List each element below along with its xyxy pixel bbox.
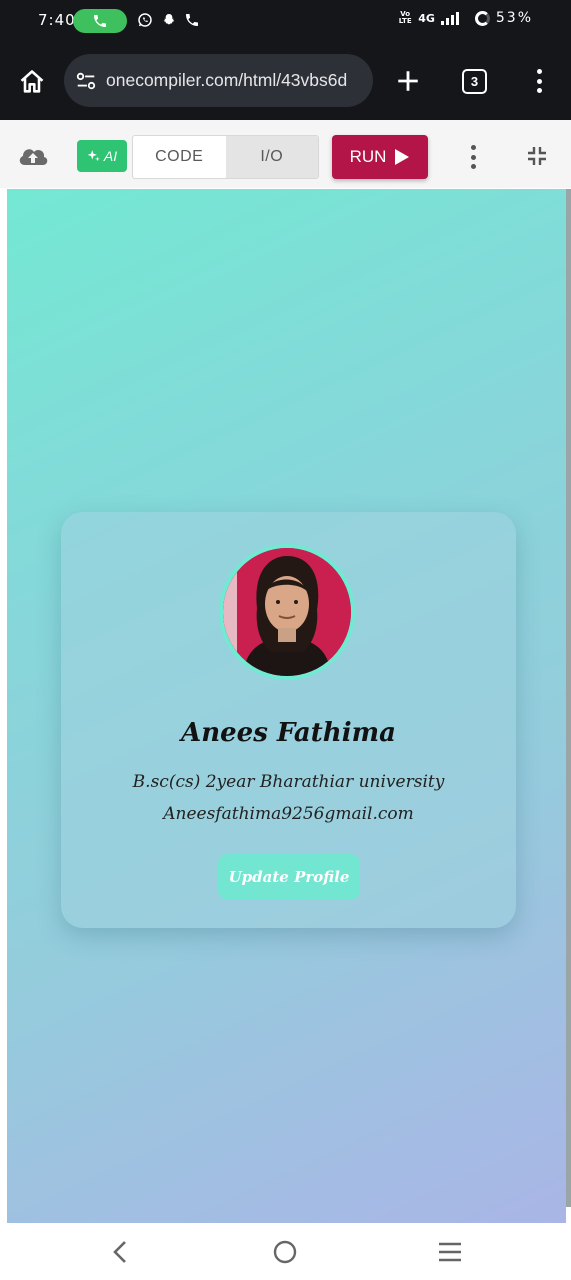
new-tab-icon[interactable] — [391, 64, 425, 98]
tab-io[interactable]: I/O — [225, 136, 318, 178]
status-time: 7:40 — [38, 11, 76, 29]
tab-count: 3 — [470, 74, 479, 89]
play-icon — [395, 149, 410, 165]
ai-button[interactable]: AI — [77, 140, 127, 172]
recents-icon[interactable] — [435, 1239, 465, 1265]
site-settings-icon[interactable] — [75, 70, 97, 92]
home-circle-icon[interactable] — [270, 1239, 300, 1265]
editor-toolbar: AI CODE I/O RUN — [0, 120, 571, 188]
signal-icon — [440, 11, 459, 25]
profile-card: Anees Fathima B.sc(cs) 2year Bharathiar … — [61, 512, 516, 928]
update-profile-button[interactable]: Update Profile — [218, 854, 360, 900]
view-toggle: CODE I/O — [132, 135, 319, 179]
profile-avatar — [219, 544, 355, 680]
run-label: RUN — [349, 147, 387, 166]
navigation-bar — [0, 1223, 571, 1280]
network-type: 4G — [418, 11, 435, 25]
collapse-icon[interactable] — [525, 144, 549, 168]
profile-name: Anees Fathima — [181, 718, 396, 748]
output-preview: Anees Fathima B.sc(cs) 2year Bharathiar … — [7, 189, 566, 1223]
battery-level: 53% — [495, 10, 533, 26]
back-icon[interactable] — [105, 1239, 135, 1265]
home-icon[interactable] — [14, 64, 50, 100]
profile-email: Aneesfathima9256gmail.com — [163, 804, 414, 824]
whatsapp-icon — [136, 11, 154, 29]
more-options-icon[interactable] — [527, 66, 551, 96]
volte-indicator: Vo LTE — [398, 10, 412, 25]
browser-toolbar: onecompiler.com/html/43vbs6d 3 — [0, 42, 571, 120]
status-bar: 7:40 Vo LTE 4G 53% — [0, 0, 571, 42]
profile-education: B.sc(cs) 2year Bharathiar university — [132, 772, 445, 792]
ai-label: AI — [103, 148, 118, 164]
address-bar[interactable]: onecompiler.com/html/43vbs6d — [64, 54, 373, 107]
run-button[interactable]: RUN — [332, 135, 428, 179]
phone-icon — [183, 11, 201, 29]
preview-scrollbar[interactable] — [566, 189, 571, 1207]
battery-icon — [474, 10, 490, 26]
tab-code[interactable]: CODE — [133, 136, 226, 178]
call-active-icon[interactable] — [73, 9, 127, 33]
cloud-upload-icon[interactable] — [16, 142, 50, 168]
snapchat-icon — [160, 11, 178, 29]
tabs-icon[interactable]: 3 — [462, 69, 487, 94]
url-text[interactable]: onecompiler.com/html/43vbs6d — [106, 70, 366, 91]
sparkle-icon — [87, 150, 100, 162]
more-icon[interactable] — [466, 145, 480, 169]
